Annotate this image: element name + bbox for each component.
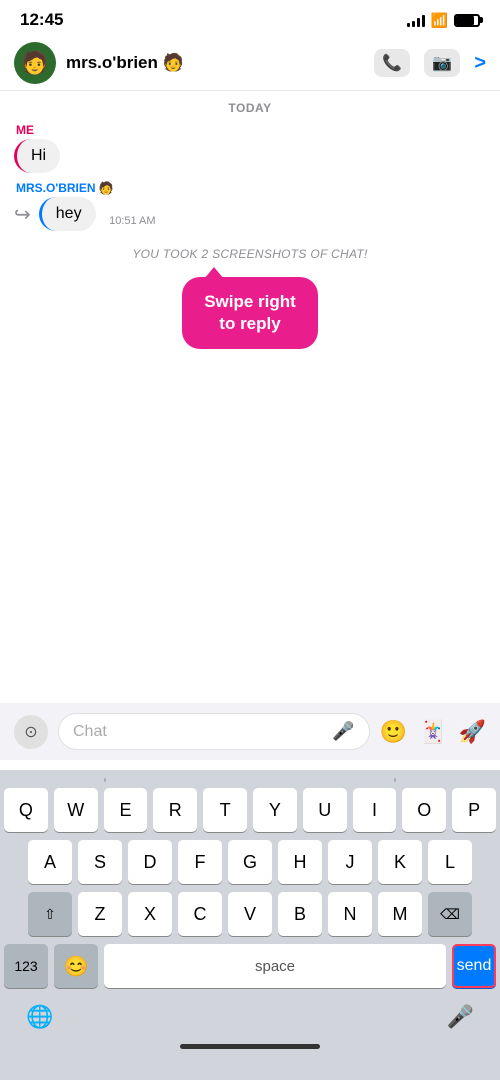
key-p[interactable]: P — [452, 788, 496, 832]
reply-icon: ↩ — [14, 202, 31, 227]
message-text-me: Hi — [31, 147, 46, 164]
key-d[interactable]: D — [128, 840, 172, 884]
key-n[interactable]: N — [328, 892, 372, 936]
key-k[interactable]: K — [378, 840, 422, 884]
keyboard: Q W E R T Y U I O P A S D F G H J K L ⇧ … — [0, 770, 500, 1080]
kb-bottom-row: 🌐 🎤 — [4, 996, 496, 1038]
chat-header: 🧑 mrs.o'brien 🧑 📞 📷 > — [0, 36, 500, 91]
key-l[interactable]: L — [428, 840, 472, 884]
key-y[interactable]: Y — [253, 788, 297, 832]
video-icon: 📷 — [432, 53, 452, 73]
chat-area: TODAY ME Hi 9:56 AM MRS.O'BRIEN 🧑 ↩ hey … — [0, 91, 500, 349]
space-key[interactable]: space — [104, 944, 446, 988]
signal-icon — [407, 13, 425, 27]
kb-row-3: ⇧ Z X C V B N M ⌫ — [4, 892, 496, 936]
more-button[interactable]: > — [474, 52, 486, 75]
call-button[interactable]: 📞 — [374, 49, 410, 77]
chat-input[interactable]: Chat — [73, 723, 332, 741]
shift-key[interactable]: ⇧ — [28, 892, 72, 936]
swipe-tooltip: Swipe rightto reply — [182, 277, 318, 349]
kb-row-4: 123 😊 space send — [4, 944, 496, 988]
status-bar: 12:45 📶 — [0, 0, 500, 36]
key-v[interactable]: V — [228, 892, 272, 936]
key-g[interactable]: G — [228, 840, 272, 884]
mic-icon[interactable]: 🎤 — [332, 721, 354, 742]
status-icons: 📶 — [407, 12, 480, 29]
rocket-icon[interactable]: 🚀 — [459, 719, 486, 745]
tooltip-container: Swipe rightto reply — [0, 277, 500, 349]
kb-row-1: Q W E R T Y U I O P — [4, 788, 496, 832]
key-a[interactable]: A — [28, 840, 72, 884]
screenshot-notice: YOU TOOK 2 SCREENSHOTS OF CHAT! — [0, 237, 500, 267]
message-row-me: Hi 9:56 AM — [14, 139, 486, 173]
input-area: ⊙ Chat 🎤 🙂 🃏 🚀 — [0, 703, 500, 760]
key-h[interactable]: H — [278, 840, 322, 884]
message-bubble-me: Hi 9:56 AM — [14, 139, 60, 173]
message-group-me: ME Hi 9:56 AM — [0, 121, 500, 179]
delete-key[interactable]: ⌫ — [428, 892, 472, 936]
sticker-icon[interactable]: 🃏 — [419, 719, 446, 745]
message-time-other: 10:51 AM — [109, 215, 155, 227]
wifi-icon: 📶 — [431, 12, 448, 29]
key-i[interactable]: I — [353, 788, 397, 832]
message-row-other: ↩ hey 10:51 AM — [14, 197, 486, 231]
contact-name: mrs.o'brien 🧑 — [66, 53, 374, 73]
message-bubble-other: hey 10:51 AM — [39, 197, 96, 231]
message-text-other: hey — [56, 205, 82, 222]
date-separator: TODAY — [0, 91, 500, 121]
emoji-key[interactable]: 😊 — [54, 944, 98, 988]
emoji-icon[interactable]: 🙂 — [380, 719, 407, 745]
input-action-icons: 🙂 🃏 🚀 — [380, 719, 486, 745]
key-f[interactable]: F — [178, 840, 222, 884]
video-button[interactable]: 📷 — [424, 49, 460, 77]
call-icon: 📞 — [382, 53, 402, 73]
numbers-key[interactable]: 123 — [4, 944, 48, 988]
message-group-other: MRS.O'BRIEN 🧑 ↩ hey 10:51 AM — [0, 179, 500, 237]
key-x[interactable]: X — [128, 892, 172, 936]
kb-handles — [4, 778, 496, 782]
mic-kb-icon[interactable]: 🎤 — [433, 996, 488, 1038]
key-b[interactable]: B — [278, 892, 322, 936]
sender-label-other: MRS.O'BRIEN 🧑 — [16, 181, 486, 195]
key-e[interactable]: E — [104, 788, 148, 832]
avatar: 🧑 — [14, 42, 56, 84]
header-actions: 📞 📷 > — [374, 49, 486, 77]
key-o[interactable]: O — [402, 788, 446, 832]
key-c[interactable]: C — [178, 892, 222, 936]
key-t[interactable]: T — [203, 788, 247, 832]
key-w[interactable]: W — [54, 788, 98, 832]
key-z[interactable]: Z — [78, 892, 122, 936]
status-time: 12:45 — [20, 10, 63, 30]
key-m[interactable]: M — [378, 892, 422, 936]
send-key[interactable]: send — [452, 944, 496, 988]
key-s[interactable]: S — [78, 840, 122, 884]
globe-icon[interactable]: 🌐 — [12, 996, 67, 1038]
camera-icon: ⊙ — [24, 722, 37, 742]
sender-label-me: ME — [16, 123, 486, 137]
camera-button[interactable]: ⊙ — [14, 715, 48, 749]
kb-row-2: A S D F G H J K L — [4, 840, 496, 884]
chat-input-wrapper[interactable]: Chat 🎤 — [58, 713, 370, 750]
key-r[interactable]: R — [153, 788, 197, 832]
key-q[interactable]: Q — [4, 788, 48, 832]
key-u[interactable]: U — [303, 788, 347, 832]
key-j[interactable]: J — [328, 840, 372, 884]
battery-icon — [454, 14, 480, 27]
home-bar — [180, 1044, 320, 1049]
